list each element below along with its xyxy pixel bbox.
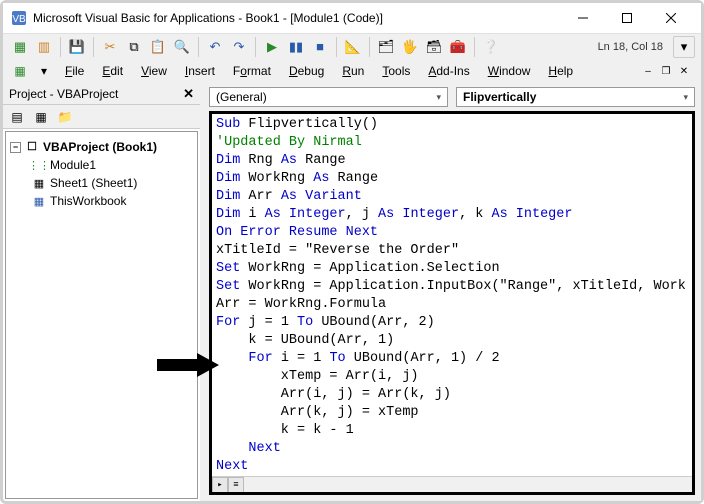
menu-help[interactable]: Help [540, 62, 581, 80]
insert-module-icon[interactable]: ▥ [33, 36, 55, 58]
expand-collapse-icon[interactable]: − [10, 142, 21, 153]
vba-app-icon: VB [11, 10, 27, 26]
object-dropdown-value: (General) [216, 90, 267, 104]
mdi-minimize-button[interactable]: – [641, 64, 655, 78]
full-module-view-icon[interactable]: ≡ [228, 477, 244, 493]
svg-text:VB: VB [12, 14, 26, 25]
mdi-restore-button[interactable]: ❐ [659, 64, 673, 78]
tree-item-label: Sheet1 (Sheet1) [50, 176, 137, 190]
annotation-arrow [157, 353, 219, 377]
close-button[interactable] [649, 4, 693, 32]
tree-item-module[interactable]: ⋮⋮ Module1 [10, 156, 193, 174]
tree-item-sheet[interactable]: ▦ Sheet1 (Sheet1) [10, 174, 193, 192]
object-dropdown[interactable]: (General) ▾ [209, 87, 448, 107]
titlebar: VB Microsoft Visual Basic for Applicatio… [3, 3, 701, 33]
sheet-icon: ▦ [32, 176, 46, 190]
excel-icon[interactable]: ▦ [9, 36, 31, 58]
maximize-button[interactable] [605, 4, 649, 32]
tree-item-label: Module1 [50, 158, 96, 172]
break-icon[interactable]: ▮▮ [285, 36, 307, 58]
menu-run[interactable]: Run [334, 62, 372, 80]
menu-overflow-icon[interactable]: ▾ [33, 60, 55, 82]
procedure-view-icon[interactable]: ▸ [212, 477, 228, 493]
menu-tools[interactable]: Tools [374, 62, 418, 80]
excel-switch-icon[interactable]: ▦ [9, 60, 31, 82]
paste-icon[interactable]: 📋 [147, 36, 169, 58]
procedure-dropdown-value: Flipvertically [463, 90, 536, 104]
menu-addins[interactable]: Add-Ins [420, 62, 477, 80]
menu-edit[interactable]: Edit [94, 62, 131, 80]
tree-project-root[interactable]: − 🞎 VBAProject (Book1) [10, 138, 193, 156]
redo-icon[interactable]: ↷ [228, 36, 250, 58]
project-explorer-close-icon[interactable]: ✕ [183, 86, 194, 102]
project-explorer: Project - VBAProject ✕ ▤ ▦ 📁 − 🞎 VBAProj… [3, 83, 203, 501]
mdi-close-button[interactable]: ✕ [677, 64, 691, 78]
procedure-dropdown[interactable]: Flipvertically ▾ [456, 87, 695, 107]
project-tree[interactable]: − 🞎 VBAProject (Book1) ⋮⋮ Module1 ▦ Shee… [5, 131, 198, 499]
reset-icon[interactable]: ■ [309, 36, 331, 58]
chevron-down-icon: ▾ [436, 92, 441, 103]
view-code-icon[interactable]: ▤ [7, 107, 27, 127]
project-icon: 🞎 [25, 140, 39, 154]
view-object-icon[interactable]: ▦ [31, 107, 51, 127]
minimize-button[interactable] [561, 4, 605, 32]
chevron-down-icon: ▾ [683, 92, 688, 103]
menu-window[interactable]: Window [480, 62, 539, 80]
project-explorer-toolbar: ▤ ▦ 📁 [3, 105, 200, 129]
toolbar-overflow-icon[interactable]: ▾ [673, 36, 695, 58]
menu-file[interactable]: File [57, 62, 92, 80]
save-icon[interactable]: 💾 [66, 36, 88, 58]
code-editor[interactable]: Sub Flipvertically() 'Updated By Nirmal … [209, 111, 695, 495]
project-explorer-title: Project - VBAProject [9, 87, 118, 101]
menu-view[interactable]: View [133, 62, 175, 80]
undo-icon[interactable]: ↶ [204, 36, 226, 58]
tree-root-label: VBAProject (Book1) [43, 140, 157, 154]
code-panel: (General) ▾ Flipvertically ▾ Sub Flipver… [203, 83, 701, 501]
toggle-folders-icon[interactable]: 📁 [55, 107, 75, 127]
find-icon[interactable]: 🔍 [171, 36, 193, 58]
project-explorer-header: Project - VBAProject ✕ [3, 83, 200, 105]
cut-icon[interactable]: ✂ [99, 36, 121, 58]
copy-icon[interactable]: ⧉ [123, 36, 145, 58]
help-icon[interactable]: ❔ [480, 36, 502, 58]
object-browser-icon[interactable]: 🗃 [423, 36, 445, 58]
standard-toolbar: ▦ ▥ 💾 ✂ ⧉ 📋 🔍 ↶ ↷ ▶ ▮▮ ■ 📐 🗂 🖐 🗃 🧰 ❔ Ln … [3, 33, 701, 59]
design-mode-icon[interactable]: 📐 [342, 36, 364, 58]
project-explorer-icon[interactable]: 🗂 [375, 36, 397, 58]
menu-debug[interactable]: Debug [281, 62, 332, 80]
menu-insert[interactable]: Insert [177, 62, 223, 80]
window-title: Microsoft Visual Basic for Applications … [33, 11, 561, 25]
tree-item-workbook[interactable]: ▦ ThisWorkbook [10, 192, 193, 210]
module-icon: ⋮⋮ [32, 158, 46, 172]
code-view-toggles: ▸ ≡ [212, 476, 692, 492]
cursor-position: Ln 18, Col 18 [590, 41, 671, 53]
tree-item-label: ThisWorkbook [50, 194, 126, 208]
run-icon[interactable]: ▶ [261, 36, 283, 58]
menubar: ▦ ▾ File Edit View Insert Format Debug R… [3, 59, 701, 83]
workbook-icon: ▦ [32, 194, 46, 208]
toolbox-icon[interactable]: 🧰 [447, 36, 469, 58]
menu-format[interactable]: Format [225, 62, 279, 80]
properties-icon[interactable]: 🖐 [399, 36, 421, 58]
